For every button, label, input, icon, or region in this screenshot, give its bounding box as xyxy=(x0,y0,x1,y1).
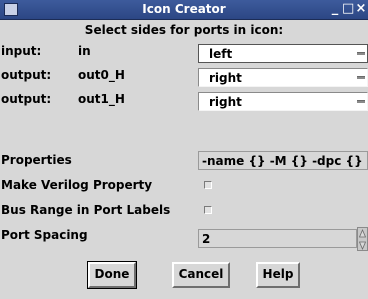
port-name-label: out1_H xyxy=(78,92,125,106)
make-verilog-checkbox[interactable] xyxy=(204,181,212,189)
port-name-label: in xyxy=(78,44,91,58)
port-kind-label: input: xyxy=(1,44,42,58)
port-kind-label: output: xyxy=(1,68,52,82)
window-menu-icon[interactable] xyxy=(4,3,18,16)
icon-creator-window: Icon Creator _ □ × Select sides for port… xyxy=(0,0,368,299)
port-spacing-spinner[interactable] xyxy=(357,227,368,251)
port-side-value: right xyxy=(209,95,242,109)
port-side-select-in[interactable]: left xyxy=(198,44,368,63)
done-button[interactable]: Done xyxy=(87,261,137,289)
window-title: Icon Creator xyxy=(142,2,226,16)
properties-label: Properties xyxy=(1,153,72,167)
option-menu-icon xyxy=(357,76,365,79)
bus-range-label: Bus Range in Port Labels xyxy=(1,203,171,217)
port-name-label: out0_H xyxy=(78,68,125,82)
port-spacing-value: 2 xyxy=(202,232,211,246)
spin-up-icon[interactable] xyxy=(359,229,366,239)
option-menu-icon xyxy=(357,100,365,103)
port-side-select-out1-h[interactable]: right xyxy=(198,92,368,111)
make-verilog-label: Make Verilog Property xyxy=(1,178,153,192)
port-side-value: right xyxy=(209,71,242,85)
port-kind-label: output: xyxy=(1,92,52,106)
ports-heading: Select sides for ports in icon: xyxy=(84,23,284,37)
minimize-icon[interactable]: _ xyxy=(329,1,341,17)
port-spacing-label: Port Spacing xyxy=(1,228,88,242)
cancel-button[interactable]: Cancel xyxy=(172,262,230,288)
option-menu-icon xyxy=(357,52,365,55)
close-icon[interactable]: × xyxy=(355,1,367,17)
port-spacing-input[interactable]: 2 xyxy=(198,229,357,248)
maximize-icon[interactable]: □ xyxy=(342,1,354,17)
spin-down-icon[interactable] xyxy=(359,240,366,250)
help-button[interactable]: Help xyxy=(256,262,300,288)
port-side-select-out0-h[interactable]: right xyxy=(198,68,368,87)
port-side-value: left xyxy=(209,47,233,61)
title-bar[interactable]: Icon Creator _ □ × xyxy=(0,0,368,20)
properties-input[interactable]: -name {} -M {} -dpc {} xyxy=(198,151,368,170)
properties-value: -name {} -M {} -dpc {} xyxy=(202,154,363,168)
bus-range-checkbox[interactable] xyxy=(204,206,212,214)
